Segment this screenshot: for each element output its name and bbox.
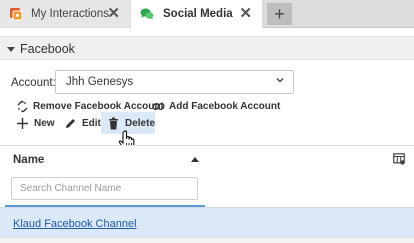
table-row[interactable]: Klaud Facebook Channel bbox=[0, 207, 414, 237]
search-channel-name-input[interactable] bbox=[11, 177, 198, 200]
tab-label: My Interactions bbox=[31, 8, 109, 20]
unlink-icon bbox=[17, 100, 28, 112]
tab-bar: My Interactions ✕ Social Media ✕ + bbox=[0, 0, 414, 29]
tab-social-media[interactable]: Social Media ✕ bbox=[131, 0, 262, 29]
account-value: Jhh Genesys bbox=[66, 76, 134, 88]
new-button[interactable]: New bbox=[16, 112, 55, 134]
add-tab-button[interactable]: + bbox=[267, 3, 292, 25]
remove-facebook-account-button[interactable]: Remove Facebook Account bbox=[16, 99, 164, 113]
new-label: New bbox=[34, 117, 55, 129]
pencil-icon bbox=[66, 118, 75, 128]
chat-bubbles-icon bbox=[140, 8, 154, 20]
close-icon[interactable]: ✕ bbox=[239, 6, 252, 21]
close-icon[interactable]: ✕ bbox=[107, 6, 120, 21]
column-settings-icon[interactable] bbox=[393, 153, 405, 165]
interactions-icon bbox=[10, 8, 23, 21]
account-select[interactable]: Jhh Genesys bbox=[55, 70, 294, 94]
chevron-down-icon bbox=[276, 78, 284, 83]
channel-link[interactable]: Klaud Facebook Channel bbox=[13, 218, 137, 230]
trash-icon bbox=[108, 117, 118, 129]
edit-button[interactable]: Edit bbox=[64, 112, 101, 134]
plus-icon bbox=[17, 117, 28, 129]
channel-grid-header: Name bbox=[0, 145, 414, 208]
add-facebook-account-label: Add Facebook Account bbox=[169, 100, 281, 112]
column-name-header[interactable]: Name bbox=[13, 154, 44, 166]
grid-footer-divider bbox=[0, 237, 414, 243]
add-facebook-account-button[interactable]: Add Facebook Account bbox=[152, 99, 280, 113]
tab-my-interactions[interactable]: My Interactions ✕ bbox=[0, 0, 130, 28]
panel-title: Facebook bbox=[20, 42, 75, 56]
edit-label: Edit bbox=[82, 117, 101, 129]
collapse-caret-icon[interactable] bbox=[7, 47, 15, 52]
delete-label: Delete bbox=[124, 117, 155, 129]
account-label: Account: bbox=[11, 77, 56, 89]
facebook-panel-header[interactable]: Facebook bbox=[0, 36, 414, 60]
tab-label: Social Media bbox=[163, 8, 233, 20]
link-icon bbox=[152, 102, 165, 110]
sort-ascending-icon[interactable] bbox=[191, 157, 199, 162]
remove-facebook-account-label: Remove Facebook Account bbox=[33, 100, 164, 112]
